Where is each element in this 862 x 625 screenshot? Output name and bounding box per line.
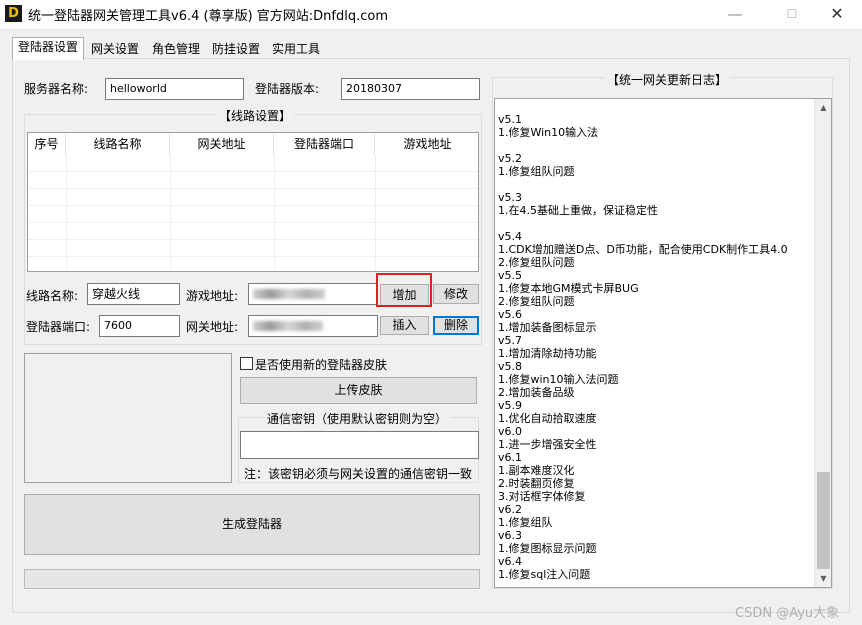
use-new-skin-checkbox[interactable] — [240, 357, 253, 370]
column-header-game-address[interactable]: 游戏地址 — [375, 133, 478, 155]
close-button[interactable]: ✕ — [817, 3, 857, 25]
tab-utilities[interactable]: 实用工具 — [266, 39, 326, 59]
title-bar: D 统一登陆器网关管理工具v6.4 (尊享版) 官方网站:Dnfdlq.com … — [0, 0, 862, 30]
route-name-field[interactable]: 穿越火线 — [87, 283, 180, 305]
add-button-highlight-box — [376, 273, 432, 307]
scroll-up-arrow-icon[interactable]: ▲ — [815, 99, 831, 116]
skin-preview — [24, 353, 232, 483]
modify-route-button[interactable]: 修改 — [433, 284, 479, 304]
gateway-address-label: 网关地址: — [186, 320, 239, 334]
generate-launcher-button[interactable]: 生成登陆器 — [24, 494, 480, 555]
window-title: 统一登陆器网关管理工具v6.4 (尊享版) 官方网站:Dnfdlq.com — [28, 9, 388, 24]
watermark: CSDN @Ayu大象 — [735, 606, 840, 621]
tab-gateway-settings[interactable]: 网关设置 — [85, 39, 145, 59]
redacted-game-address — [253, 289, 325, 299]
launcher-port-field[interactable]: 7600 — [99, 315, 180, 337]
column-header-launcher-port[interactable]: 登陆器端口 — [274, 133, 375, 155]
tab-role-management[interactable]: 角色管理 — [146, 39, 206, 59]
launcher-version-field[interactable]: 20180307 — [341, 78, 480, 100]
redacted-gateway-address — [253, 321, 323, 331]
column-header-gateway-address[interactable]: 网关地址 — [170, 133, 274, 155]
progress-bar — [24, 569, 480, 589]
launcher-port-label: 登陆器端口: — [26, 320, 91, 334]
game-address-field[interactable] — [248, 283, 378, 305]
app-icon: D — [5, 5, 22, 22]
route-name-label: 线路名称: — [26, 289, 79, 303]
route-list-header: 序号 线路名称 网关地址 登陆器端口 游戏地址 — [28, 133, 478, 155]
insert-route-button[interactable]: 插入 — [380, 316, 429, 335]
column-header-index[interactable]: 序号 — [28, 133, 66, 155]
route-settings-title: 【线路设置】 — [216, 107, 295, 124]
comm-key-title: 通信密钥（使用默认密钥则为空） — [264, 410, 451, 427]
update-log-scrollbar[interactable]: ▲ ▼ — [814, 99, 831, 587]
maximize-button[interactable]: ☐ — [772, 3, 812, 25]
route-list[interactable]: 序号 线路名称 网关地址 登陆器端口 游戏地址 — [27, 132, 479, 272]
delete-route-button[interactable]: 删除 — [433, 316, 479, 335]
gateway-address-field[interactable] — [248, 315, 378, 337]
scroll-down-arrow-icon[interactable]: ▼ — [815, 570, 831, 587]
use-new-skin-label: 是否使用新的登陆器皮肤 — [255, 358, 388, 372]
tab-launcher-settings[interactable]: 登陆器设置 — [12, 37, 85, 60]
tab-anti-cheat-settings[interactable]: 防挂设置 — [206, 39, 266, 59]
server-name-field[interactable]: helloworld — [105, 78, 244, 100]
update-log-content: v5.1 1.修复Win10输入法 v5.2 1.修复组队问题 v5.3 1.在… — [498, 113, 788, 581]
launcher-version-label: 登陆器版本: — [255, 82, 320, 96]
upload-skin-button[interactable]: 上传皮肤 — [240, 377, 477, 404]
update-log-textarea[interactable]: v5.1 1.修复Win10输入法 v5.2 1.修复组队问题 v5.3 1.在… — [494, 98, 832, 588]
column-header-route-name[interactable]: 线路名称 — [66, 133, 170, 155]
scroll-thumb[interactable] — [817, 472, 830, 569]
comm-key-note: 注：该密钥必须与网关设置的通信密钥一致 — [244, 467, 473, 481]
minimize-button[interactable]: — — [715, 3, 755, 25]
update-log-title: 【统一网关更新日志】 — [604, 71, 731, 88]
game-address-label: 游戏地址: — [186, 289, 239, 303]
server-name-label: 服务器名称: — [24, 82, 89, 96]
comm-key-field[interactable] — [240, 431, 479, 459]
